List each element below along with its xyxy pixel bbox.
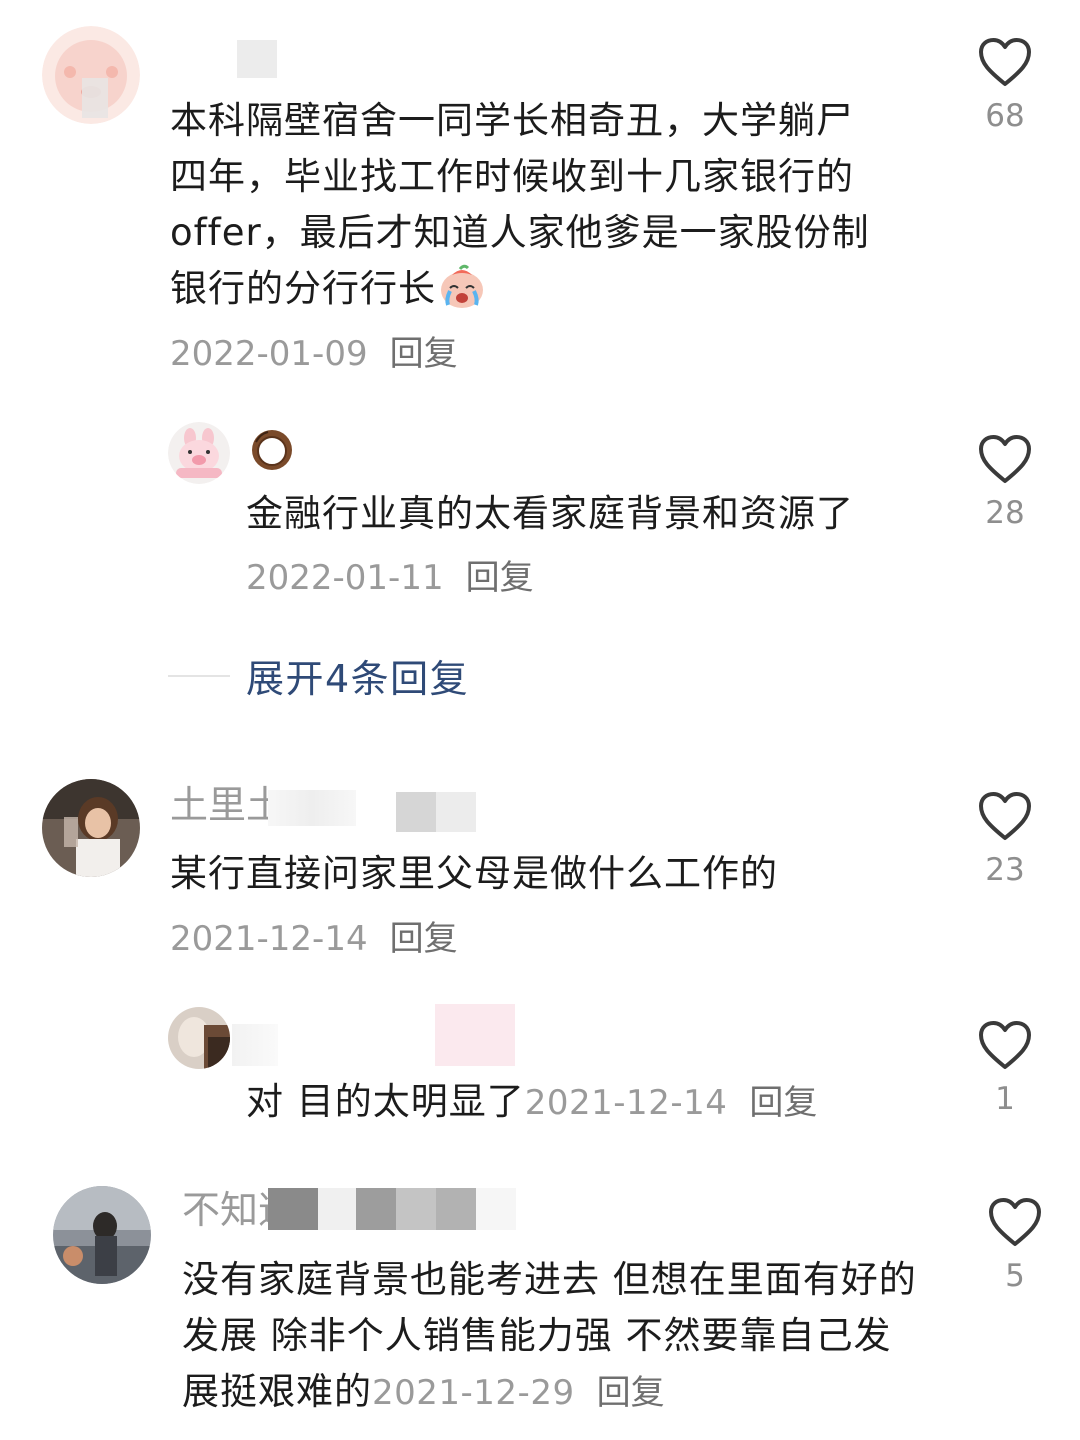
like-button[interactable]: 5 [983,1196,1047,1294]
avatar-image [53,1186,151,1284]
comment-date: 2022-01-09 [170,334,368,374]
username-mosaic [396,792,436,832]
avatar[interactable] [168,422,230,484]
comment-text: 没有家庭背景也能考进去 但想在里面有好的发展 除非个人销售能力强 不然要靠自己发… [182,1252,917,1421]
comment-list: 本科隔壁宿舍一同学长相奇丑，大学躺尸四年，毕业找工作时候收到十几家银行的offe… [0,0,1080,1440]
like-count: 28 [985,495,1025,531]
heart-icon [979,38,1031,86]
comment-date: 2021-12-14 [524,1083,728,1123]
avatar[interactable] [53,1186,151,1284]
comment-text: 某行直接问家里父母是做什么工作的 [170,846,910,902]
heart-icon [979,1021,1031,1069]
username-mosaic [396,1188,436,1230]
username-mosaic [268,1188,318,1230]
comment-meta: 2021-12-14 回复 [170,922,458,956]
reply-button[interactable]: 回复 [597,1373,665,1413]
comment-date: 2022-01-11 [246,558,444,598]
username-mosaic [476,1188,516,1230]
like-button[interactable]: 1 [973,1019,1037,1117]
avatar[interactable] [42,779,140,877]
username-mosaic [435,1004,515,1066]
comment-date: 2021-12-14 [170,919,368,959]
reply-button[interactable]: 回复 [466,558,534,598]
like-count: 1 [995,1081,1015,1117]
username-mosaic [237,40,277,78]
crying-face-emoji [438,263,486,327]
comment-text: 本科隔壁宿舍一同学长相奇丑，大学躺尸四年，毕业找工作时候收到十几家银行的offe… [170,93,890,327]
avatar-image [168,1007,230,1069]
heart-icon [979,435,1031,483]
username[interactable]: 土里土 [170,786,284,824]
divider [168,674,230,677]
username-mosaic [356,1188,396,1230]
comment-meta: 2022-01-09 回复 [170,337,458,371]
avatar[interactable] [42,26,140,124]
username-mosaic [268,790,356,826]
comment-meta: 2022-01-11 回复 [246,561,534,595]
heart-icon [979,792,1031,840]
comment-text: 金融行业真的太看家庭背景和资源了 [246,486,946,542]
comment-text: 对 目的太明显了2021-12-14 回复 [246,1074,946,1131]
like-count: 68 [985,98,1025,134]
reply-button[interactable]: 回复 [390,919,458,959]
heart-icon [989,1198,1041,1246]
avatar-image [42,26,140,124]
like-button[interactable]: 28 [973,433,1037,531]
like-count: 5 [1005,1258,1025,1294]
comment-date: 2021-12-29 [372,1373,575,1413]
like-button[interactable]: 68 [973,36,1037,134]
username-mosaic [436,792,476,832]
username-mosaic [436,1188,476,1230]
username-mosaic [318,1188,356,1230]
avatar-image [42,779,140,877]
comment-body: 某行直接问家里父母是做什么工作的 [170,852,778,895]
comment-body: 本科隔壁宿舍一同学长相奇丑，大学躺尸四年，毕业找工作时候收到十几家银行的offe… [170,99,870,310]
like-count: 23 [985,852,1025,888]
coconut-icon [250,428,294,472]
reply-button[interactable]: 回复 [749,1083,817,1123]
like-button[interactable]: 23 [973,790,1037,888]
comment-body: 金融行业真的太看家庭背景和资源了 [246,492,854,535]
reply-button[interactable]: 回复 [390,334,458,374]
username-text: 土里土 [170,783,285,827]
avatar[interactable] [168,1007,230,1069]
username-mosaic [232,1024,278,1066]
comment-body: 对 目的太明显了 [246,1080,525,1123]
expand-replies-button[interactable]: 展开4条回复 [168,648,469,703]
expand-replies-label: 展开4条回复 [246,657,470,701]
avatar-image [168,422,230,484]
